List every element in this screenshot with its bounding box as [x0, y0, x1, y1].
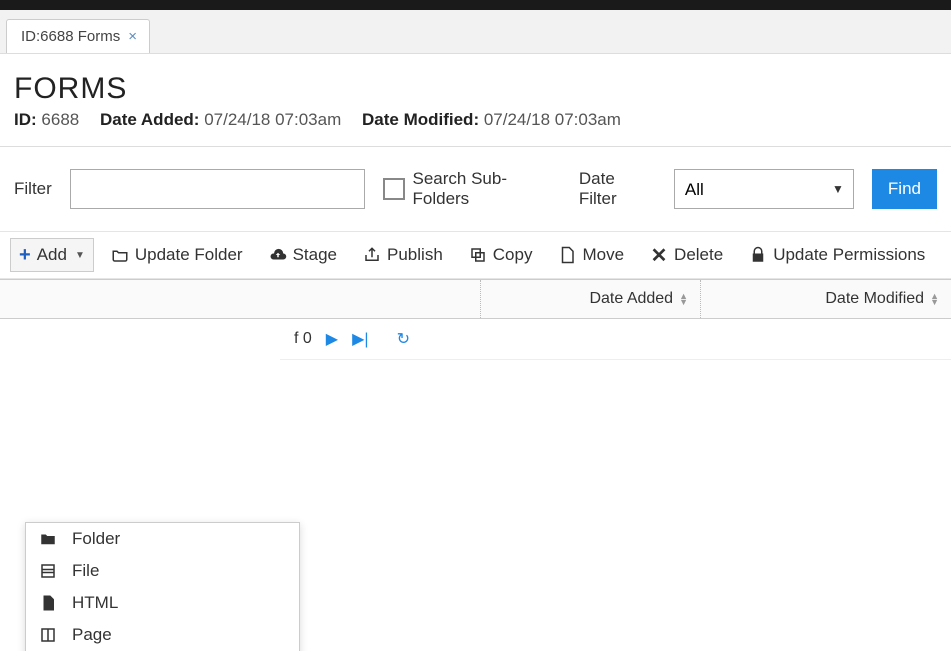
page-split-icon [38, 626, 58, 644]
checkbox-icon[interactable] [383, 178, 405, 200]
add-menu-item-label: Page [72, 625, 112, 645]
move-icon [558, 246, 576, 264]
page-meta: ID: 6688 Date Added: 07/24/18 07:03am Da… [14, 110, 937, 130]
sort-icon: ▲▼ [679, 293, 688, 305]
file-grid-icon [38, 562, 58, 580]
filter-label: Filter [14, 179, 52, 199]
id-label: ID: [14, 110, 37, 129]
add-menu-item-label: File [72, 561, 99, 581]
page-header: FORMS ID: 6688 Date Added: 07/24/18 07:0… [0, 54, 951, 147]
share-icon [363, 246, 381, 264]
move-button[interactable]: Move [549, 238, 633, 272]
add-menu-item-label: Folder [72, 529, 120, 549]
tab-forms[interactable]: ID:6688 Forms × [6, 19, 150, 53]
add-menu-item-html[interactable]: HTML [26, 587, 299, 619]
find-button[interactable]: Find [872, 169, 937, 209]
add-menu-item-label: HTML [72, 593, 118, 613]
date-filter-label: Date Filter [579, 169, 656, 209]
date-modified-value: 07/24/18 07:03am [484, 110, 621, 129]
move-label: Move [582, 245, 624, 265]
add-button[interactable]: + Add ▼ [10, 238, 94, 272]
folder-open-icon [111, 246, 129, 264]
add-menu-item-page[interactable]: Page [26, 619, 299, 651]
chevron-down-icon: ▼ [75, 250, 85, 261]
stage-label: Stage [293, 245, 337, 265]
table-header: Date Added ▲▼ Date Modified ▲▼ [0, 279, 951, 319]
next-page-icon[interactable]: ▶ [326, 329, 338, 349]
delete-label: Delete [674, 245, 723, 265]
close-icon[interactable]: × [128, 28, 137, 45]
update-folder-label: Update Folder [135, 245, 243, 265]
add-menu-item-file[interactable]: File [26, 555, 299, 587]
update-folder-button[interactable]: Update Folder [102, 238, 252, 272]
column-date-added-label: Date Added [589, 290, 673, 308]
doc-icon [38, 594, 58, 612]
plus-icon: + [19, 245, 31, 265]
copy-button[interactable]: Copy [460, 238, 542, 272]
last-page-icon[interactable]: ▶| [352, 329, 368, 349]
column-date-modified[interactable]: Date Modified ▲▼ [700, 280, 951, 318]
window-topbar [0, 0, 951, 10]
sort-icon: ▲▼ [930, 293, 939, 305]
column-name[interactable] [0, 280, 480, 318]
close-icon: ✕ [650, 246, 668, 264]
date-added-label: Date Added: [100, 110, 200, 129]
copy-label: Copy [493, 245, 533, 265]
delete-button[interactable]: ✕ Delete [641, 238, 732, 272]
refresh-icon[interactable]: ↻ [397, 329, 410, 349]
update-permissions-button[interactable]: Update Permissions [740, 238, 934, 272]
tab-label: ID:6688 Forms [21, 28, 120, 45]
update-permissions-label: Update Permissions [773, 245, 925, 265]
filter-bar: Filter Search Sub-Folders Date Filter Al… [0, 147, 951, 232]
cloud-up-icon [269, 246, 287, 264]
publish-button[interactable]: Publish [354, 238, 452, 272]
add-dropdown: FolderFileHTMLPageFormLinkFile GroupSche… [25, 522, 300, 651]
lock-icon [749, 246, 767, 264]
filter-input[interactable] [70, 169, 365, 209]
search-subfolders-option[interactable]: Search Sub-Folders [383, 169, 561, 209]
date-modified-label: Date Modified: [362, 110, 479, 129]
publish-label: Publish [387, 245, 443, 265]
pager-of-text: f 0 [294, 330, 312, 348]
search-subfolders-label: Search Sub-Folders [413, 169, 561, 209]
add-label: Add [37, 245, 67, 265]
tabbar: ID:6688 Forms × [0, 10, 951, 54]
page-title: FORMS [14, 72, 937, 106]
date-added-value: 07/24/18 07:03am [204, 110, 341, 129]
copy-icon [469, 246, 487, 264]
column-date-added[interactable]: Date Added ▲▼ [480, 280, 700, 318]
date-filter-select[interactable]: All [674, 169, 854, 209]
id-value: 6688 [41, 110, 79, 129]
add-menu-item-folder[interactable]: Folder [26, 523, 299, 555]
toolbar: + Add ▼ Update Folder Stage Publish [0, 232, 951, 279]
folder-icon [38, 530, 58, 548]
pager: f 0 ▶ ▶| ↻ [280, 319, 951, 360]
stage-button[interactable]: Stage [260, 238, 346, 272]
column-date-modified-label: Date Modified [825, 290, 924, 308]
